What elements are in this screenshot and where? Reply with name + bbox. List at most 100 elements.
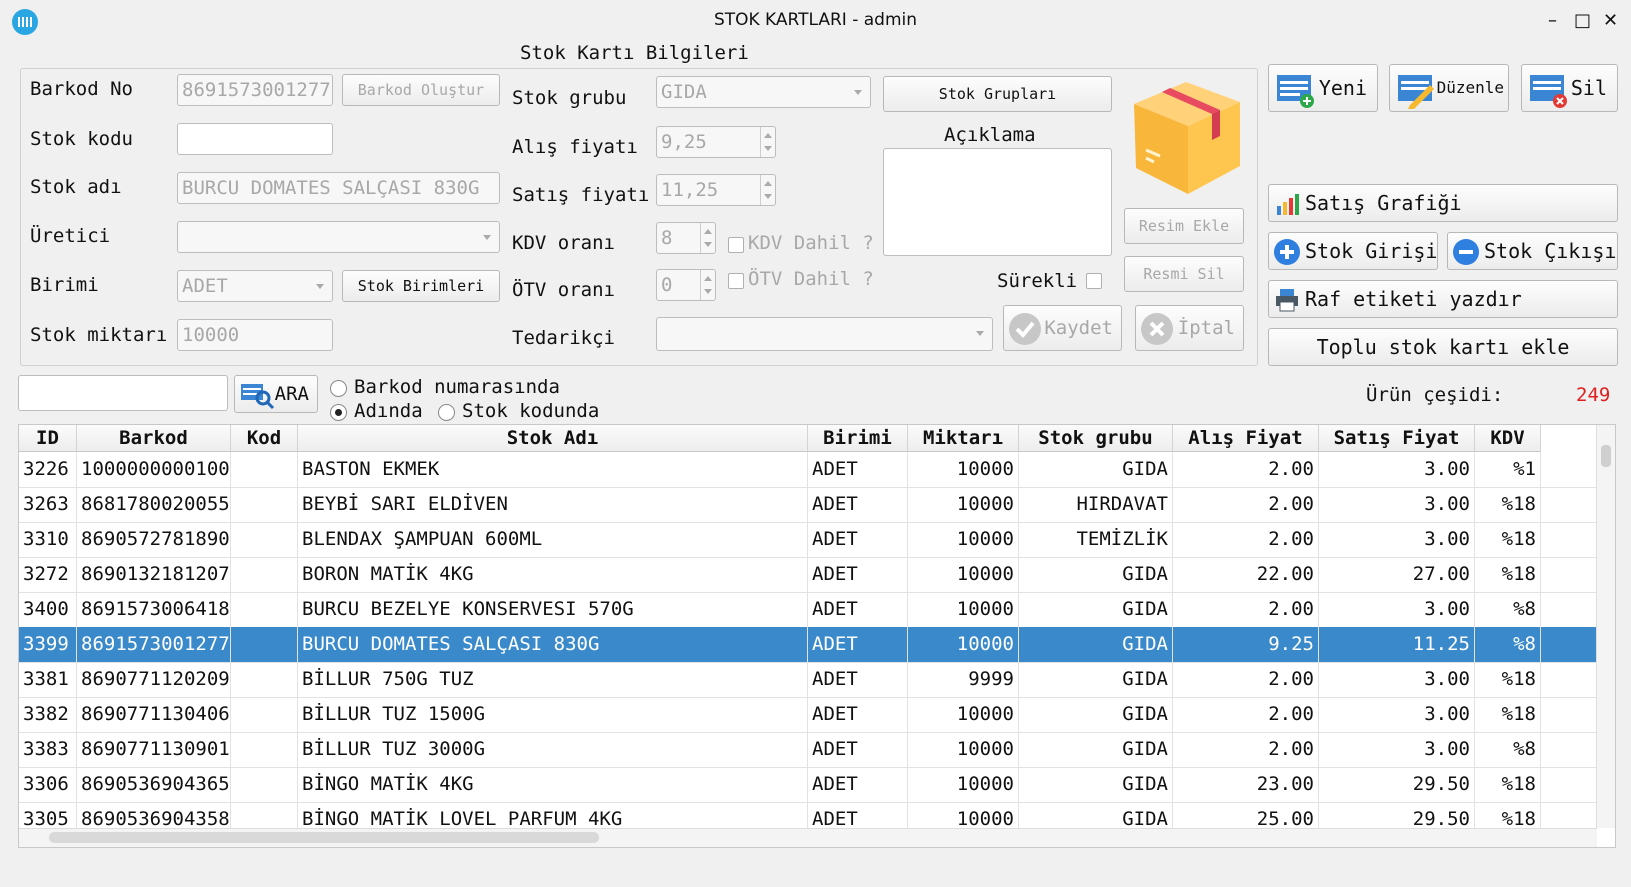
stok-girisi-button[interactable]: Stok Girişi <box>1268 232 1438 270</box>
surekli-checkbox[interactable] <box>1086 273 1102 289</box>
iptal-label: İptal <box>1177 317 1235 339</box>
satis-fiyati-value: 11,25 <box>661 179 719 201</box>
ara-label: ARA <box>274 383 309 405</box>
table-row[interactable]: 3400 8691573006418 BURCU BEZELYE KONSERVES… <box>19 592 1597 628</box>
column-header-kdv[interactable]: KDV <box>1475 425 1541 452</box>
column-header-id[interactable]: ID <box>19 425 77 452</box>
radio-adinda[interactable] <box>330 404 347 421</box>
cell-kdv: %18 <box>1475 522 1541 557</box>
radio-barkod-label: Barkod numarasında <box>354 376 560 398</box>
tedarikci-label: Tedarikçi <box>512 327 615 349</box>
tedarikci-select[interactable] <box>656 317 993 351</box>
radio-stok-kodu[interactable] <box>438 404 455 421</box>
column-header-satis-fiyat[interactable]: Satış Fiyat <box>1319 425 1475 452</box>
cell-stok-adi: BURCU DOMATES SALÇASI 830G <box>298 627 808 662</box>
cell-barkod: 8690771130901 <box>77 732 231 767</box>
cell-kdv: %8 <box>1475 627 1541 662</box>
table-row[interactable]: 3306 8690536904365 BİNGO MATİK 4KG ADET 1000… <box>19 767 1597 803</box>
column-header-stok-adi[interactable]: Stok Adı <box>298 425 808 452</box>
raf-etiketi-button[interactable]: Raf etiketi yazdır <box>1268 280 1618 318</box>
stok-birimleri-button[interactable]: Stok Birimleri <box>342 270 500 302</box>
spin-arrows-icon[interactable] <box>760 175 775 205</box>
table-row[interactable]: 3272 8690132181207 BORON MATİK 4KG ADET 1000… <box>19 557 1597 593</box>
stok-table[interactable]: ID Barkod Kod Stok Adı Birimi Miktarı Stok gru… <box>18 424 1616 848</box>
printer-icon <box>1276 289 1298 312</box>
search-input[interactable] <box>18 375 228 411</box>
kdv-dahil-checkbox[interactable] <box>728 237 744 253</box>
horizontal-scroll-thumb[interactable] <box>49 832 599 843</box>
iptal-button[interactable]: İptal <box>1135 305 1244 351</box>
kaydet-label: Kaydet <box>1044 317 1113 339</box>
horizontal-scrollbar[interactable] <box>19 828 1597 847</box>
cell-id: 3310 <box>19 522 77 557</box>
cell-stok-adi: BİLLUR TUZ 3000G <box>298 732 808 767</box>
vertical-scroll-thumb[interactable] <box>1601 445 1611 467</box>
radio-barkod[interactable] <box>330 380 347 397</box>
stok-miktari-field[interactable]: 10000 <box>177 319 333 351</box>
window-title: STOK KARTLARI - admin <box>713 10 918 30</box>
yeni-button[interactable]: Yeni <box>1268 64 1378 112</box>
otv-dahil-checkbox[interactable] <box>728 273 744 289</box>
table-row[interactable]: 3381 8690771120209 BİLLUR 750G TUZ ADET 9999… <box>19 662 1597 698</box>
barkod-field[interactable]: 8691573001277 <box>177 74 333 106</box>
toplu-stok-karti-ekle-button[interactable]: Toplu stok kartı ekle <box>1268 328 1618 366</box>
column-header-barkod[interactable]: Barkod <box>77 425 231 452</box>
cell-kdv: %18 <box>1475 767 1541 802</box>
table-row[interactable]: 3263 8681780020055 BEYBİ SARI ELDİVEN ADET 1… <box>19 487 1597 523</box>
table-row[interactable]: 3226 1000000000100 BASTON EKMEK ADET 10000 GI… <box>19 452 1597 488</box>
cell-satis-fiyat: 3.00 <box>1319 522 1475 557</box>
chevron-down-icon <box>316 284 324 289</box>
close-button[interactable]: ✕ <box>1603 10 1618 31</box>
stok-gruplari-button[interactable]: Stok Grupları <box>883 76 1112 112</box>
cell-barkod: 8681780020055 <box>77 487 231 522</box>
vertical-scrollbar[interactable] <box>1596 425 1615 828</box>
cell-alis-fiyat: 2.00 <box>1173 487 1319 522</box>
spin-arrows-icon[interactable] <box>700 270 715 300</box>
cell-birimi: ADET <box>808 592 908 627</box>
cell-alis-fiyat: 2.00 <box>1173 732 1319 767</box>
minimize-button[interactable]: – <box>1548 10 1557 31</box>
table-row[interactable]: 3310 8690572781890 BLENDAX ŞAMPUAN 600ML AD… <box>19 522 1597 558</box>
kaydet-button[interactable]: Kaydet <box>1003 305 1122 351</box>
aciklama-label: Açıklama <box>944 124 1036 146</box>
cell-kod <box>231 697 298 732</box>
table-row[interactable]: 3399 8691573001277 BURCU DOMATES SALÇASI 8… <box>19 627 1597 663</box>
column-header-birimi[interactable]: Birimi <box>808 425 908 452</box>
stok-cikisi-label: Stok Çıkışı <box>1484 239 1617 263</box>
spin-arrows-icon[interactable] <box>760 127 775 157</box>
cell-id: 3399 <box>19 627 77 662</box>
table-row[interactable]: 3383 8690771130901 BİLLUR TUZ 3000G ADET 100… <box>19 732 1597 768</box>
column-header-stok-grubu[interactable]: Stok grubu <box>1019 425 1173 452</box>
table-row[interactable]: 3382 8690771130406 BİLLUR TUZ 1500G ADET 100… <box>19 697 1597 733</box>
stok-kodu-field[interactable] <box>177 123 333 155</box>
aciklama-textarea[interactable] <box>883 148 1112 256</box>
stok-grubu-label: Stok grubu <box>512 87 627 109</box>
cell-miktari: 10000 <box>908 697 1019 732</box>
kdv-orani-spinbox[interactable]: 8 <box>656 222 716 254</box>
alis-fiyati-spinbox[interactable]: 9,25 <box>656 126 776 158</box>
cell-birimi: ADET <box>808 627 908 662</box>
resim-ekle-button[interactable]: Resim Ekle <box>1124 208 1244 244</box>
spin-arrows-icon[interactable] <box>700 223 715 253</box>
stok-adi-field[interactable]: BURCU DOMATES SALÇASI 830G <box>177 172 500 204</box>
duzenle-button[interactable]: Düzenle <box>1389 64 1509 112</box>
sil-button[interactable]: Sil <box>1521 64 1618 112</box>
resmi-sil-button[interactable]: Resmi Sil <box>1124 256 1244 292</box>
satis-grafigi-button[interactable]: Satış Grafiği <box>1268 184 1618 222</box>
chevron-down-icon <box>483 235 491 240</box>
maximize-button[interactable]: □ <box>1574 10 1591 31</box>
satis-fiyati-spinbox[interactable]: 11,25 <box>656 174 776 206</box>
stok-miktari-label: Stok miktarı <box>30 324 168 346</box>
stok-cikisi-button[interactable]: Stok Çıkışı <box>1447 232 1618 270</box>
column-header-alis-fiyat[interactable]: Alış Fiyat <box>1173 425 1319 452</box>
otv-orani-spinbox[interactable]: 0 <box>656 269 716 301</box>
barkod-olustur-button[interactable]: Barkod Oluştur <box>342 74 500 106</box>
birimi-select[interactable]: ADET <box>177 270 333 302</box>
column-header-miktari[interactable]: Miktarı <box>908 425 1019 452</box>
uretici-select[interactable] <box>177 221 500 253</box>
urun-cesidi-label: Ürün çeşidi: <box>1366 384 1504 406</box>
column-header-kod[interactable]: Kod <box>231 425 298 452</box>
stok-grubu-select[interactable]: GIDA <box>656 76 871 108</box>
ara-button[interactable]: ARA <box>234 375 318 413</box>
cell-barkod: 8690771130406 <box>77 697 231 732</box>
